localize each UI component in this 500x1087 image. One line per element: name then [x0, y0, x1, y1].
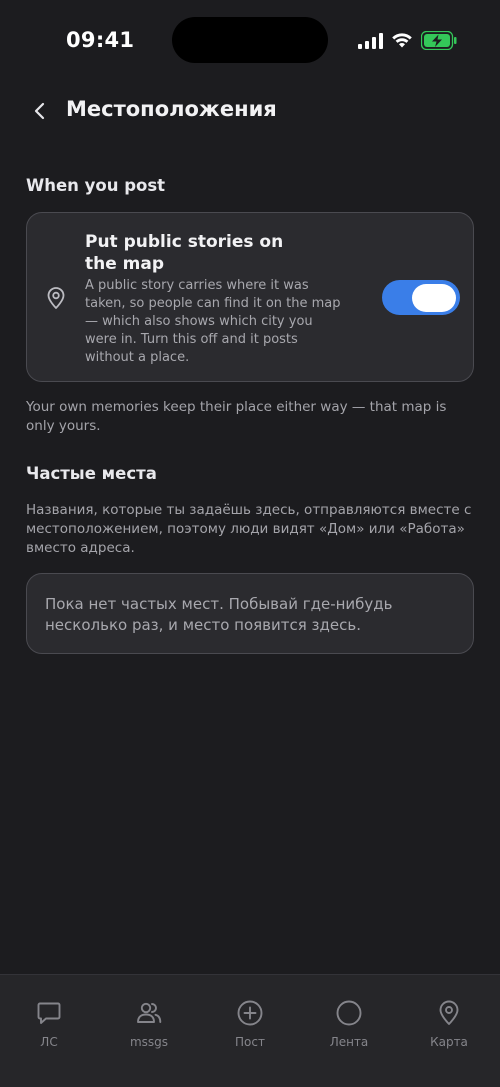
tab-mssgs[interactable]: mssgs	[109, 999, 189, 1053]
circle-ring-icon	[336, 1000, 362, 1026]
map-pin-icon	[47, 287, 65, 309]
battery-charging-icon	[421, 31, 457, 50]
back-button[interactable]	[26, 96, 54, 126]
page-title: Местоположения	[66, 97, 277, 121]
empty-state-text: Пока нет частых мест. Побывай где-нибудь…	[45, 595, 393, 634]
tab-label: Карта	[430, 1035, 468, 1049]
section-title-when-you-post: When you post	[26, 176, 166, 195]
public-stories-title: Put public stories on the map	[85, 232, 284, 274]
toggle-knob	[412, 283, 456, 312]
tab-label: Лента	[329, 1035, 369, 1049]
plus-circle-icon	[237, 1000, 263, 1026]
tab-label: ЛС	[40, 1035, 58, 1049]
tab-map[interactable]: Карта	[409, 999, 489, 1053]
public-stories-map-card: Put public stories on the map A public s…	[26, 212, 474, 382]
section-title-frequent-places: Частые места	[26, 464, 157, 483]
memories-hint: Your own memories keep their place eithe…	[26, 399, 447, 434]
dynamic-island	[172, 17, 328, 63]
public-stories-toggle[interactable]	[382, 280, 460, 315]
map-pin-icon	[439, 1000, 459, 1025]
frequent-places-empty-card: Пока нет частых мест. Побывай где-нибудь…	[26, 573, 474, 654]
chevron-left-icon	[34, 102, 45, 120]
public-stories-description: A public story carries where it was take…	[85, 278, 341, 365]
tab-feed[interactable]: Лента	[309, 999, 389, 1053]
tab-dm[interactable]: ЛС	[9, 999, 89, 1053]
tab-bar: ЛС mssgs Пост Лента Карта	[0, 974, 500, 1087]
tab-label: mssgs	[129, 1035, 169, 1049]
frequent-places-description: Названия, которые ты задаёшь здесь, отпр…	[26, 502, 472, 556]
cellular-signal-icon	[358, 33, 383, 49]
tab-post[interactable]: Пост	[210, 999, 290, 1053]
status-time: 09:41	[66, 28, 135, 52]
tab-label: Пост	[235, 1035, 265, 1049]
status-bar: 09:41	[0, 0, 500, 80]
wifi-icon	[392, 33, 412, 48]
chat-bubble-icon	[37, 1002, 61, 1024]
people-icon	[137, 1002, 162, 1023]
